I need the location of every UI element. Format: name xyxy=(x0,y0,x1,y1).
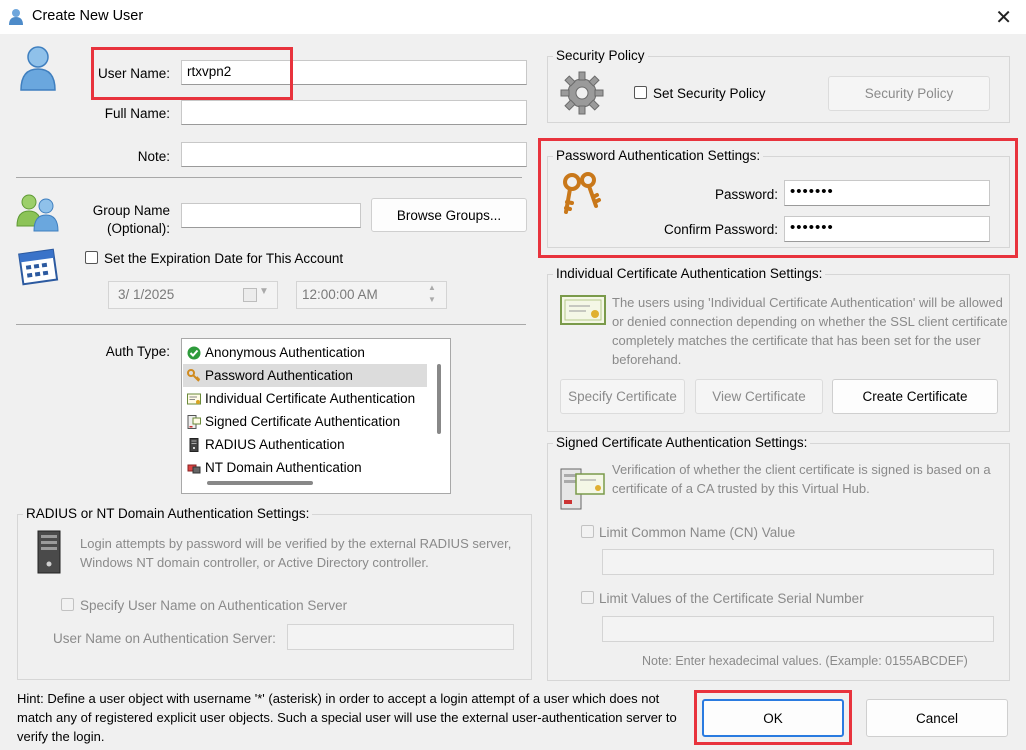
expiration-time-value: 12:00:00 AM xyxy=(302,287,378,302)
confirm-password-label: Confirm Password: xyxy=(663,222,778,237)
individual-cert-description: The users using 'Individual Certificate … xyxy=(612,295,1008,367)
browse-groups-button[interactable]: Browse Groups... xyxy=(371,198,527,232)
expiration-date-picker: 3/ 1/2025 ▼ xyxy=(108,281,278,309)
list-item-label: Password Authentication xyxy=(205,368,353,383)
calendar-small-icon xyxy=(243,288,257,302)
password-settings-label: Password Authentication Settings: xyxy=(553,148,764,163)
ok-button[interactable]: OK xyxy=(702,699,844,737)
password-label: Password: xyxy=(714,187,778,202)
security-policy-label: Security Policy xyxy=(553,48,648,63)
limit-cn-input xyxy=(602,549,994,575)
radius-description: Login attempts by password will be verif… xyxy=(80,536,512,570)
hint-text: Hint: Define a user object with username… xyxy=(17,691,677,744)
certificate-icon xyxy=(560,295,606,328)
divider xyxy=(16,324,526,325)
note-input[interactable] xyxy=(181,142,527,167)
specify-certificate-button: Specify Certificate xyxy=(560,379,685,414)
list-item-label: NT Domain Authentication xyxy=(205,460,362,475)
note-label: Note: xyxy=(137,149,170,164)
horizontal-scroll-thumb[interactable] xyxy=(207,481,313,485)
auth-type-password[interactable]: Password Authentication xyxy=(183,364,427,387)
auth-type-individual-cert[interactable]: Individual Certificate Authentication xyxy=(183,387,427,410)
user-app-icon xyxy=(8,8,24,29)
divider xyxy=(16,177,522,178)
group-name-optional-label: (Optional): xyxy=(106,221,170,236)
expiration-checkbox[interactable] xyxy=(85,251,98,264)
server-username-label: User Name on Authentication Server: xyxy=(53,631,276,646)
signed-cert-description: Verification of whether the client certi… xyxy=(612,462,991,496)
expiration-label: Set the Expiration Date for This Account xyxy=(104,251,344,266)
limit-cn-checkbox xyxy=(581,525,594,538)
security-policy-checkbox[interactable] xyxy=(634,86,647,99)
domain-icon xyxy=(187,461,201,475)
limit-serial-label: Limit Values of the Certificate Serial N… xyxy=(599,591,864,606)
confirm-password-input[interactable]: ••••••• xyxy=(784,216,990,242)
limit-cn-label: Limit Common Name (CN) Value xyxy=(599,525,796,540)
vertical-scroll-thumb[interactable] xyxy=(437,364,441,434)
signed-cert-label: Signed Certificate Authentication Settin… xyxy=(553,435,811,450)
server-tower-icon xyxy=(36,530,62,577)
list-item-label: Anonymous Authentication xyxy=(205,345,365,360)
signed-certificate-icon xyxy=(560,466,606,513)
auth-type-list[interactable]: Anonymous Authentication Password Authen… xyxy=(181,338,451,494)
expiration-date-value: 3/ 1/2025 xyxy=(118,287,175,302)
key-icon xyxy=(187,368,201,383)
user-icon xyxy=(18,44,58,95)
limit-serial-input xyxy=(602,616,994,642)
group-name-label: Group Name xyxy=(92,203,170,218)
auth-type-items: Anonymous Authentication Password Authen… xyxy=(183,341,427,479)
server-icon xyxy=(187,437,201,452)
signed-certificate-icon xyxy=(187,414,201,429)
individual-cert-label: Individual Certificate Authentication Se… xyxy=(553,266,826,281)
close-icon[interactable]: ✕ xyxy=(995,5,1012,30)
create-certificate-button[interactable]: Create Certificate xyxy=(832,379,998,414)
window-title: Create New User xyxy=(32,8,144,24)
hex-note: Note: Enter hexadecimal values. (Example… xyxy=(642,654,968,668)
specify-username-checkbox xyxy=(61,598,74,611)
vertical-scrollbar[interactable] xyxy=(428,340,450,474)
auth-type-anonymous[interactable]: Anonymous Authentication xyxy=(183,341,427,364)
title-bar: Create New User ✕ xyxy=(0,0,1026,34)
security-policy-checkbox-label: Set Security Policy xyxy=(653,86,766,101)
chevron-down-icon: ▼ xyxy=(259,286,269,297)
keys-icon xyxy=(558,170,606,221)
auth-type-radius[interactable]: RADIUS Authentication xyxy=(183,433,427,456)
certificate-icon xyxy=(187,392,201,406)
spin-down-icon: ▼ xyxy=(428,295,436,304)
security-policy-button: Security Policy xyxy=(828,76,990,111)
calendar-icon xyxy=(18,246,60,289)
user-name-input[interactable]: rtxvpn2 xyxy=(181,60,527,85)
password-input[interactable]: ••••••• xyxy=(784,180,990,206)
horizontal-scrollbar[interactable] xyxy=(183,474,449,492)
full-name-input[interactable] xyxy=(181,100,527,125)
gear-icon xyxy=(559,70,605,119)
user-name-label: User Name: xyxy=(98,66,171,81)
expiration-time-picker: 12:00:00 AM ▲ ▼ xyxy=(296,281,447,309)
cancel-button[interactable]: Cancel xyxy=(866,699,1008,737)
auth-type-label: Auth Type: xyxy=(105,344,170,359)
list-item-label: Individual Certificate Authentication xyxy=(205,391,416,406)
radius-settings-label: RADIUS or NT Domain Authentication Setti… xyxy=(23,506,313,521)
check-circle-icon xyxy=(187,346,201,360)
list-item-label: Signed Certificate Authentication xyxy=(205,414,401,429)
specify-username-label: Specify User Name on Authentication Serv… xyxy=(80,598,348,613)
full-name-label: Full Name: xyxy=(104,106,170,121)
view-certificate-button: View Certificate xyxy=(695,379,823,414)
auth-type-signed-cert[interactable]: Signed Certificate Authentication xyxy=(183,410,427,433)
spin-up-icon: ▲ xyxy=(428,283,436,292)
group-name-input[interactable] xyxy=(181,203,361,228)
group-icon xyxy=(16,192,62,235)
limit-serial-checkbox xyxy=(581,591,594,604)
list-item-label: RADIUS Authentication xyxy=(205,437,345,452)
server-username-input xyxy=(287,624,514,650)
